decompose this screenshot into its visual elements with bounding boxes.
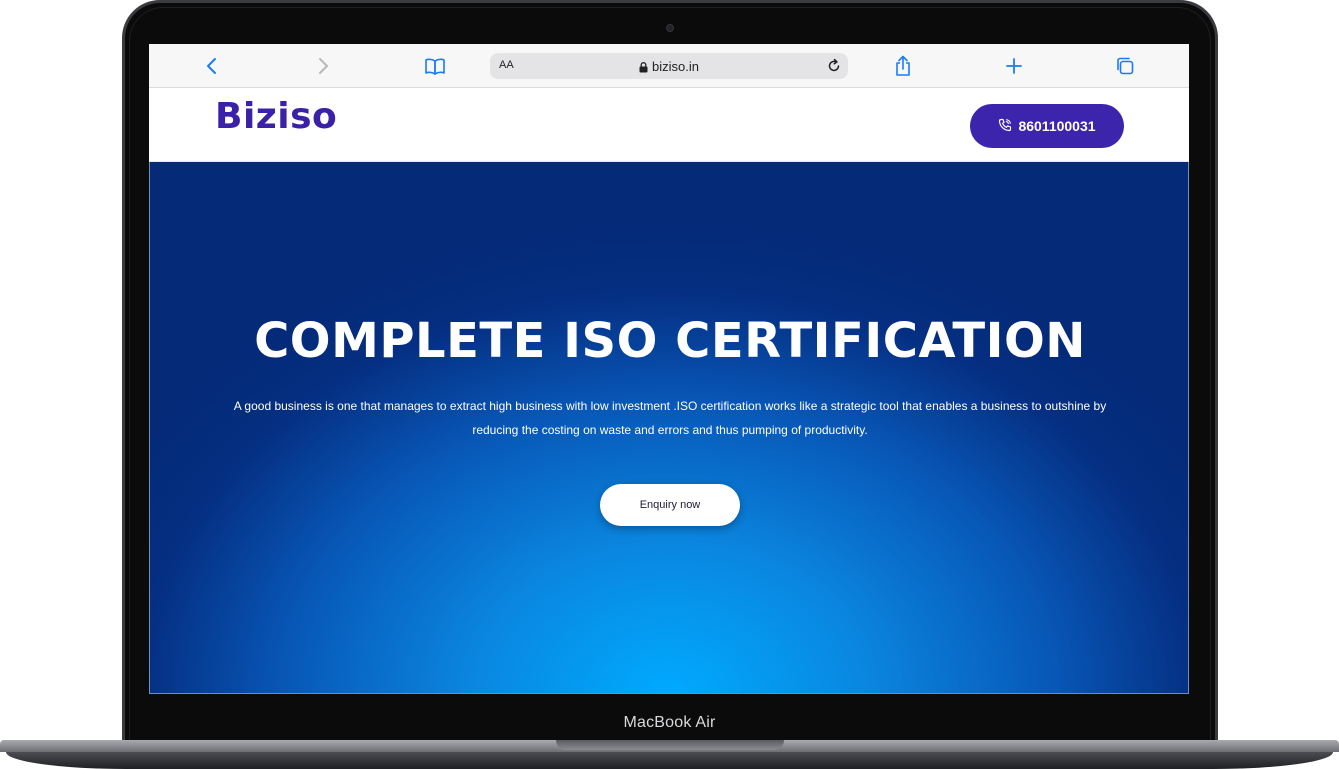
phone-number: 8601100031: [1018, 118, 1096, 134]
call-button[interactable]: 8601100031: [970, 104, 1124, 148]
chevron-right-icon[interactable]: [312, 55, 334, 77]
hero-section: COMPLETE ISO CERTIFICATION A good busine…: [149, 162, 1189, 694]
browser-toolbar: AA biziso.in: [149, 44, 1189, 88]
camera-icon: [666, 24, 674, 32]
lock-icon: [639, 61, 648, 73]
laptop-base: [0, 740, 1339, 769]
book-icon[interactable]: [424, 55, 446, 77]
browser-screen: AA biziso.in Biziso 8601100031 COMPLETE …: [149, 44, 1189, 694]
url-text[interactable]: biziso.in: [652, 59, 699, 74]
laptop-frame: AA biziso.in Biziso 8601100031 COMPLETE …: [0, 0, 1339, 769]
lid-notch: [556, 740, 784, 750]
hero-description: A good business is one that manages to e…: [233, 399, 1107, 437]
tabs-icon[interactable]: [1114, 55, 1136, 77]
site-logo[interactable]: Biziso: [215, 96, 337, 137]
address-bar[interactable]: AA biziso.in: [490, 53, 848, 79]
device-label: MacBook Air: [623, 714, 716, 731]
site-header: Biziso 8601100031: [149, 88, 1189, 162]
enquiry-button[interactable]: Enquiry now: [600, 484, 740, 526]
chevron-left-icon[interactable]: [201, 55, 223, 77]
plus-icon[interactable]: [1003, 55, 1025, 77]
share-icon[interactable]: [892, 55, 914, 77]
reload-icon[interactable]: [825, 57, 843, 75]
phone-icon: [998, 118, 1012, 135]
hero-title: COMPLETE ISO CERTIFICATION: [254, 313, 1086, 369]
